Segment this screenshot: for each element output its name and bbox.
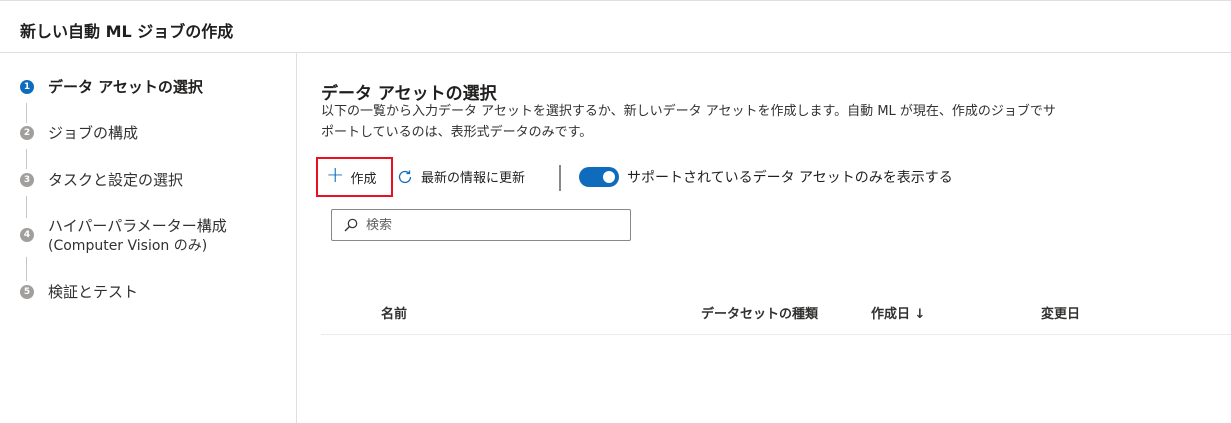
create-button-label: 作成 xyxy=(350,171,377,187)
step-sublabel: (Computer Vision のみ) xyxy=(48,238,208,254)
step-hyperparameters[interactable]: 4 ハイパーパラメーター構成 (Computer Vision のみ) xyxy=(20,216,227,256)
step-task-settings[interactable]: 3 タスクと設定の選択 xyxy=(20,170,183,190)
step-connector xyxy=(26,103,27,123)
page-header: 新しい自動 ML ジョブの作成 xyxy=(0,0,1231,53)
refresh-button-label: 最新の情報に更新 xyxy=(421,171,526,186)
column-header-dataset-type[interactable]: データセットの種類 xyxy=(701,303,818,322)
step-select-data-asset[interactable]: 1 データ アセットの選択 xyxy=(20,77,203,97)
table-header: 名前 データセットの種類 作成日 ↓ 変更日 xyxy=(321,293,1231,335)
toggle-knob xyxy=(603,171,615,183)
refresh-button[interactable]: 最新の情報に更新 xyxy=(397,167,525,186)
step-label: タスクと設定の選択 xyxy=(48,171,184,189)
step-label: ジョブの構成 xyxy=(48,124,139,142)
step-configure-job[interactable]: 2 ジョブの構成 xyxy=(20,123,138,143)
description-line: ポートしているのは、表形式データのみです。 xyxy=(321,125,593,140)
step-validation-test[interactable]: 5 検証とテスト xyxy=(20,282,138,302)
toggle-switch[interactable] xyxy=(579,167,619,187)
description-line: 以下の一覧から入力データ アセットを選択するか、新しいデータ アセットを作成しま… xyxy=(321,104,1056,119)
create-button[interactable]: + 作成 xyxy=(316,157,393,197)
wizard-steps-sidebar: 1 データ アセットの選択 2 ジョブの構成 3 タスクと設定の選択 4 ハイパ… xyxy=(0,53,297,423)
step-connector xyxy=(26,149,27,169)
step-number-badge: 4 xyxy=(20,228,34,242)
step-connector xyxy=(26,257,27,281)
step-label: 検証とテスト xyxy=(48,283,139,301)
step-label: データ アセットの選択 xyxy=(48,78,203,96)
column-header-modified[interactable]: 変更日 xyxy=(1041,303,1080,322)
step-number-badge: 5 xyxy=(20,285,34,299)
step-label-group: ハイパーパラメーター構成 (Computer Vision のみ) xyxy=(48,216,227,256)
search-input[interactable] xyxy=(366,217,616,233)
toggle-label: サポートされているデータ アセットのみを表示する xyxy=(627,170,953,186)
step-number-badge: 1 xyxy=(20,80,34,94)
toolbar: + 作成 最新の情報に更新 サポートされているデータ アセットのみを表示する xyxy=(316,157,1016,197)
section-description: 以下の一覧から入力データ アセットを選択するか、新しいデータ アセットを作成しま… xyxy=(321,101,1121,143)
toolbar-divider xyxy=(559,165,561,191)
search-box[interactable] xyxy=(331,209,631,241)
column-header-created[interactable]: 作成日 ↓ xyxy=(871,303,925,322)
search-icon xyxy=(344,218,358,232)
refresh-icon xyxy=(398,170,412,183)
plus-icon: + xyxy=(326,163,345,188)
column-header-name[interactable]: 名前 xyxy=(381,303,407,322)
step-number-badge: 3 xyxy=(20,173,34,187)
step-connector xyxy=(26,196,27,218)
page-title: 新しい自動 ML ジョブの作成 xyxy=(20,22,234,41)
supported-only-toggle[interactable]: サポートされているデータ アセットのみを表示する xyxy=(579,167,953,187)
step-number-badge: 2 xyxy=(20,126,34,140)
step-label: ハイパーパラメーター構成 xyxy=(48,217,227,235)
